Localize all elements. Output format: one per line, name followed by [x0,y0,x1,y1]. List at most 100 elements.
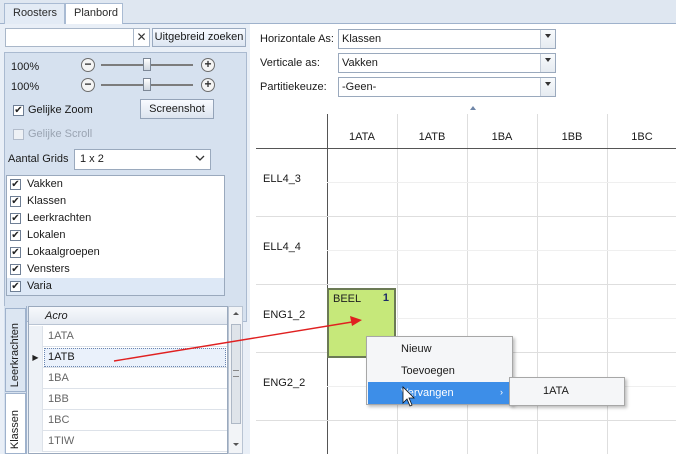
class-list-scrollbar[interactable] [228,306,243,454]
row-header[interactable]: ELL4_4 [263,241,301,253]
grid-row-line [256,420,676,421]
column-header[interactable]: 1ATB [397,131,467,143]
layer-item[interactable]: ✔ Klassen [7,193,224,210]
column-header[interactable]: 1BC [607,131,676,143]
acro-cell: 1BB [48,393,69,405]
grid-count-value: 1 x 2 [80,153,104,165]
horizontal-axis-select[interactable]: Klassen [338,29,556,49]
layer-item[interactable]: ✔ Leerkrachten [7,210,224,227]
grid-row-line [256,284,676,285]
layer-checkbox[interactable]: ✔ [10,196,21,207]
table-row[interactable]: 1BA [29,368,227,389]
row-header[interactable]: ENG2_2 [263,377,305,389]
top-tab-bar: Roosters Planbord [0,0,676,25]
acro-cell: 1BC [48,414,70,426]
table-row[interactable]: 1ATA [29,326,227,347]
layer-checkbox[interactable]: ✔ [10,230,21,241]
grip-icon [233,370,239,377]
search-clear-button[interactable]: ✕ [134,28,150,47]
tab-klassen[interactable]: Klassen [5,393,26,454]
class-list-header: Acro [29,307,227,325]
tab-leerkrachten[interactable]: Leerkrachten [5,308,26,392]
grid-subrow-line [327,250,676,251]
zoom-out-icon[interactable]: − [81,58,95,72]
row-indicator [29,410,43,431]
side-tab-strip: Leerkrachten Klassen [4,306,27,454]
vertical-axis-label: Verticale as: [260,57,320,69]
tab-leerkrachten-label: Leerkrachten [9,322,21,387]
acro-cell: 1ATB [48,351,75,363]
equal-scroll-checkbox[interactable] [13,129,24,140]
current-row-icon: ▶ [29,347,43,368]
horizontal-zoom-row: 100% − + [5,57,248,77]
acro-cell: 1TIW [48,435,75,447]
tab-planbord[interactable]: Planbord [65,3,123,25]
vertical-zoom-row: 100% − + [5,77,248,97]
dropdown-arrow-icon[interactable] [540,78,555,96]
row-header[interactable]: ENG1_2 [263,309,305,321]
layer-item[interactable]: ✔ Lokalen [7,227,224,244]
layer-checkbox[interactable]: ✔ [10,264,21,275]
submenu-arrow-icon: › [500,387,503,397]
vertical-axis-select[interactable]: Vakken [338,53,556,73]
grid-count-select[interactable]: 1 x 2 [74,149,211,170]
vertical-zoom-slider[interactable] [143,78,151,91]
row-indicator [29,368,43,389]
search-input[interactable] [5,28,134,47]
table-row[interactable]: 1BC [29,410,227,431]
layer-item[interactable]: ✔ Varia [7,278,224,295]
row-indicator [29,389,43,410]
layer-label: Lokalen [27,229,66,241]
row-header[interactable]: ELL4_3 [263,173,301,185]
context-menu-item-label: Toevoegen [401,365,455,377]
layer-checkbox[interactable]: ✔ [10,281,21,292]
context-menu-item-toevoegen[interactable]: Toevoegen [368,360,511,382]
grid-count-label: Aantal Grids [8,153,69,165]
scroll-down-icon[interactable] [231,439,241,451]
context-menu-item-vervangen[interactable]: Vervangen › [368,382,511,404]
partition-select[interactable]: -Geen- [338,77,556,97]
zoom-out-icon[interactable]: − [81,78,95,92]
screenshot-button[interactable]: Screenshot [140,99,214,119]
column-header[interactable]: 1BA [467,131,537,143]
equal-zoom-label: Gelijke Zoom [28,104,93,116]
grid-row-line [256,148,676,149]
column-header[interactable]: 1BB [537,131,607,143]
layer-checkbox[interactable]: ✔ [10,247,21,258]
context-menu-item-nieuw[interactable]: Nieuw [368,338,511,360]
layer-checkbox[interactable]: ✔ [10,213,21,224]
collapse-up-icon[interactable] [469,105,477,113]
equal-zoom-checkbox[interactable]: ✔ [13,105,24,116]
layer-label: Lokaalgroepen [27,246,100,258]
horizontal-zoom-slider[interactable] [143,58,151,71]
grid-subrow-line [327,182,676,183]
scroll-up-icon[interactable] [231,309,241,321]
row-indicator [29,431,43,452]
column-header[interactable]: 1ATA [327,131,397,143]
table-row[interactable]: 1BB [29,389,227,410]
table-row[interactable]: ▶ 1ATB [29,347,227,368]
layer-checkbox[interactable]: ✔ [10,179,21,190]
zoom-in-icon[interactable]: + [201,78,215,92]
tab-roosters[interactable]: Roosters [4,3,65,24]
acro-cell: 1ATA [48,330,74,342]
layer-item[interactable]: ✔ Vensters [7,261,224,278]
partition-label: Partitiekeuze: [260,81,327,93]
vertical-zoom-percent: 100% [11,81,40,93]
row-indicator [29,326,43,347]
layer-item[interactable]: ✔ Vakken [7,176,224,193]
zoom-in-icon[interactable]: + [201,58,215,72]
layer-label: Leerkrachten [27,212,92,224]
class-list: Acro 1ATA ▶ 1ATB 1BA 1BB 1BC 1TIW [28,306,228,454]
acro-cell: 1BA [48,372,69,384]
vertical-axis-value: Vakken [342,57,378,69]
advanced-search-button[interactable]: Uitgebreid zoeken [152,28,246,47]
scrollbar-thumb[interactable] [231,324,241,424]
layer-item[interactable]: ✔ Lokaalgroepen [7,244,224,261]
replace-submenu: 1ATA [509,377,625,406]
dropdown-arrow-icon[interactable] [540,30,555,48]
submenu-item-1ata[interactable]: 1ATA [543,385,569,397]
dropdown-arrow-icon[interactable] [540,54,555,72]
acro-column-header[interactable]: Acro [45,310,68,322]
table-row[interactable]: 1TIW [29,431,227,452]
